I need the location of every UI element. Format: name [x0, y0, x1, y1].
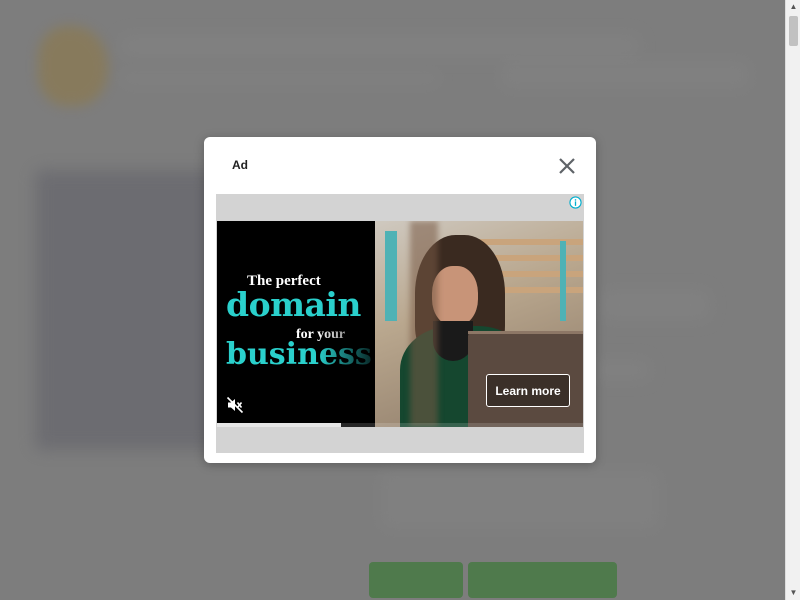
ad-frame[interactable]: The perfect domain for your business [216, 194, 584, 453]
header-blur [120, 35, 640, 57]
nav-blur [500, 60, 750, 90]
background-button [369, 562, 463, 598]
ad-headline-line-2: domain [226, 285, 361, 324]
site-logo [38, 26, 108, 106]
video-progress-fill [217, 423, 342, 427]
laptop-edge [468, 331, 583, 334]
foreground-blur [410, 221, 438, 427]
text-fade-overlay [317, 321, 375, 381]
content-blur [380, 470, 660, 530]
close-icon [559, 158, 575, 174]
vertical-scrollbar[interactable]: ▲ ▼ [785, 0, 800, 600]
ad-text-panel: The perfect domain for your business [217, 221, 375, 427]
content-blur [590, 360, 650, 380]
background-shelf [560, 241, 566, 321]
learn-more-button[interactable]: Learn more [486, 374, 570, 407]
ad-creative[interactable]: The perfect domain for your business [217, 221, 583, 427]
video-progress-bar[interactable] [217, 423, 583, 427]
scroll-thumb[interactable] [789, 16, 798, 46]
scroll-up-arrow-icon[interactable]: ▲ [786, 0, 800, 14]
background-shelf [385, 231, 397, 321]
scroll-down-arrow-icon[interactable]: ▼ [786, 586, 800, 600]
close-button[interactable] [556, 155, 578, 177]
volume-muted-icon[interactable] [226, 396, 244, 414]
header-blur [120, 70, 440, 86]
background-button [468, 562, 617, 598]
content-blur [600, 290, 710, 320]
ad-modal: Ad The perfect domain for your business [204, 137, 596, 463]
modal-title: Ad [232, 158, 248, 172]
person-shirt [433, 321, 473, 361]
person-face [432, 266, 478, 326]
info-icon[interactable] [569, 196, 582, 209]
